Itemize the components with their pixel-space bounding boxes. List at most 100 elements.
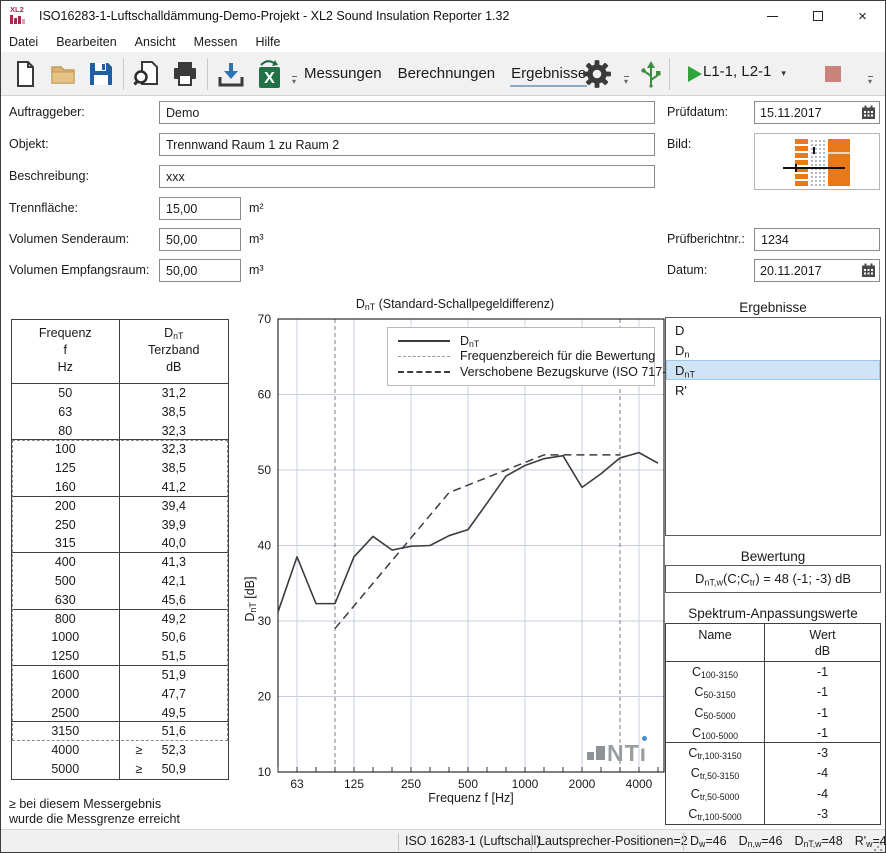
table-row: 8032,3 [12, 422, 228, 441]
list-item[interactable]: DnT [666, 360, 880, 380]
maximize-button[interactable] [795, 1, 840, 31]
menu-item-bearbeiten[interactable]: Bearbeiten [56, 35, 116, 49]
svg-text:125: 125 [344, 777, 364, 791]
tab-ergebnisse[interactable]: Ergebnisse [510, 62, 587, 87]
toolbar-overflow-button[interactable]: ▾ [289, 76, 299, 86]
menu-item-messen[interactable]: Messen [194, 35, 238, 49]
pruefdatum-field [754, 101, 880, 124]
datum-calendar-button[interactable] [857, 260, 879, 281]
trennflaeche-input[interactable] [159, 197, 241, 220]
usb-icon [639, 60, 663, 88]
table-row: C100-3150-1 [666, 662, 880, 682]
table-row: C50-3150-1 [666, 682, 880, 702]
beschreibung-label: Beschreibung: [9, 169, 89, 183]
menu-item-ansicht[interactable]: Ansicht [135, 35, 176, 49]
objekt-input[interactable] [159, 133, 655, 156]
save-button[interactable] [83, 57, 119, 91]
datum-input[interactable] [755, 264, 857, 278]
list-item[interactable]: Dn [666, 340, 880, 360]
legend-item-bezugskurve: Verschobene Bezugskurve (ISO 717-1) [398, 364, 654, 380]
spektrum-table: Name Wert dB C100-3150-1C50-3150-1C50-50… [665, 623, 881, 825]
svg-text:70: 70 [258, 312, 272, 326]
nti-logo-dot [642, 736, 647, 741]
toolbar: X ▾ Messungen Berechnungen Ergebnisse [1, 52, 885, 96]
bild-image[interactable] [754, 133, 880, 190]
new-document-icon [11, 60, 39, 88]
table-row: 100050,6 [12, 628, 228, 647]
tab-berechnungen[interactable]: Berechnungen [397, 62, 497, 87]
menu-item-hilfe[interactable]: Hilfe [255, 35, 280, 49]
pruefdatum-calendar-button[interactable] [857, 102, 879, 123]
resize-grip[interactable] [873, 842, 883, 852]
volumen-senderaum-input[interactable] [159, 228, 241, 251]
volumen-senderaum-label: Volumen Senderaum: [9, 232, 129, 246]
app-icon-label: XL2 [10, 6, 32, 14]
bild-label: Bild: [667, 137, 691, 151]
tab-messungen[interactable]: Messungen [303, 62, 383, 87]
statusbar-results: Dw=46Dn,w=46DnT,w=48R'w=47 [690, 834, 886, 848]
table-row: 5031,2 [12, 384, 228, 403]
toolbar-overflow-button[interactable]: ▾ [865, 76, 875, 86]
gear-icon [582, 59, 612, 89]
svg-text:500: 500 [458, 777, 478, 791]
table-row: 250049,5 [12, 704, 228, 723]
print-preview-button[interactable] [129, 57, 165, 91]
svg-text:10: 10 [258, 765, 272, 779]
print-button[interactable] [167, 57, 203, 91]
pruefberichtnr-input[interactable] [754, 228, 880, 251]
measurement-selector[interactable]: L1-1, L2-1 ▾ [703, 63, 786, 80]
stop-button[interactable] [825, 66, 841, 82]
toolbar-separator [123, 58, 124, 90]
name-column-header: Name [666, 624, 765, 661]
bewertung-value: DnT,w(C;Ctr) = 48 (-1; -3) dB [665, 565, 881, 593]
settings-button[interactable] [579, 57, 615, 91]
spektrum-table-header: Name Wert dB [666, 624, 880, 662]
svg-text:X: X [264, 70, 275, 87]
app-icon-bars [10, 15, 32, 24]
dnt-column-header: DnT Terzband dB [120, 320, 229, 383]
printer-icon [171, 60, 199, 88]
beschreibung-input[interactable] [159, 165, 655, 188]
legend-item-dnt: DnT [398, 333, 654, 349]
toolbar-separator [207, 58, 208, 90]
dnt-chart: DnT (Standard-Schallpegeldifferenz) 1020… [239, 297, 671, 813]
table-row: 315051,6 [12, 722, 228, 741]
usb-connect-button[interactable] [633, 57, 669, 91]
chevron-down-icon: ▾ [781, 68, 786, 78]
open-folder-icon [49, 60, 77, 88]
statusbar-separator [531, 833, 532, 851]
svg-text:2000: 2000 [569, 777, 596, 791]
list-item[interactable]: D [666, 320, 880, 340]
new-project-button[interactable] [7, 57, 43, 91]
svg-text:1000: 1000 [512, 777, 539, 791]
import-button[interactable] [213, 57, 249, 91]
table-row: 40041,3 [12, 553, 228, 572]
measurement-selector-label: L1-1, L2-1 [703, 63, 771, 80]
pruefdatum-input[interactable] [755, 106, 857, 120]
pruefdatum-label: Prüfdatum: [667, 105, 728, 119]
list-item[interactable]: R' [666, 380, 880, 400]
excel-export-icon: X [254, 59, 284, 89]
import-icon [217, 60, 245, 88]
close-button[interactable]: × [840, 1, 885, 31]
results-panel-title: Ergebnisse [665, 300, 881, 315]
nti-logo: NT ı [587, 743, 646, 763]
volumen-empfangsraum-input[interactable] [159, 259, 241, 282]
chart-legend: DnT Frequenzbereich für die Bewertung Ve… [387, 327, 655, 386]
excel-export-button[interactable]: X [251, 57, 287, 91]
open-project-button[interactable] [45, 57, 81, 91]
frequency-column-header: Frequenz f Hz [12, 320, 120, 383]
menu-item-datei[interactable]: Datei [9, 35, 38, 49]
close-icon: × [858, 9, 867, 24]
volumen-empfangsraum-label: Volumen Empfangsraum: [9, 263, 149, 277]
datum-label: Datum: [667, 263, 707, 277]
auftraggeber-input[interactable] [159, 101, 655, 124]
toolbar-overflow-button[interactable]: ▾ [621, 76, 631, 86]
minimize-button[interactable] [750, 1, 795, 31]
svg-text:20: 20 [258, 690, 272, 704]
table-row: 63045,6 [12, 591, 228, 610]
table-row: C50-5000-1 [666, 703, 880, 723]
status-result-value: Dn,w=46 [739, 834, 783, 848]
solid-line-swatch [398, 340, 450, 342]
menu-bar: Datei Bearbeiten Ansicht Messen Hilfe [1, 31, 885, 52]
